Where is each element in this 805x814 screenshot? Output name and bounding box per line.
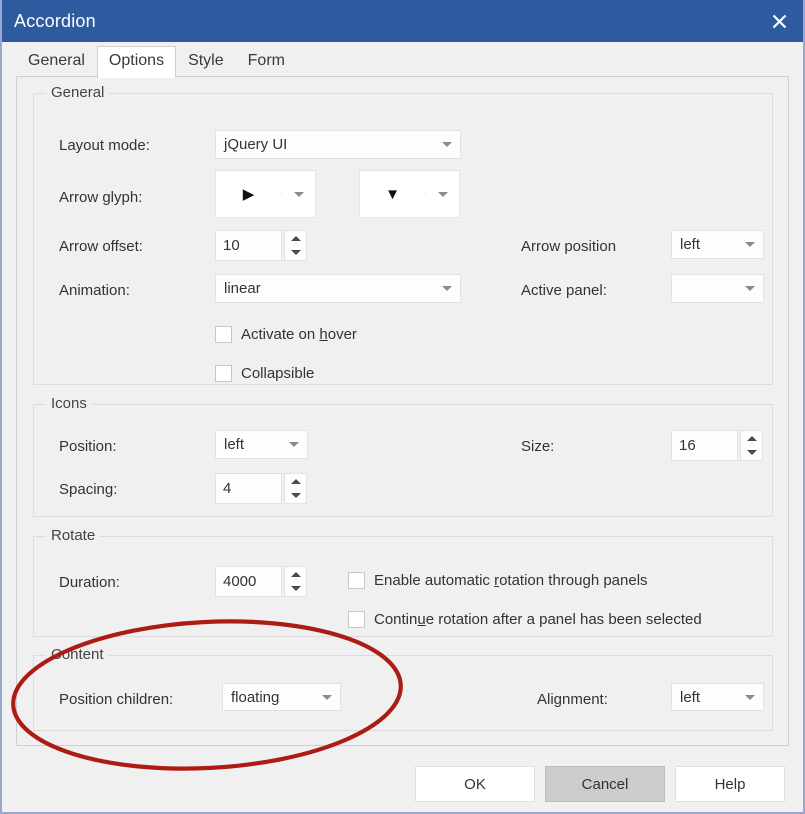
dialog-button-row: OK Cancel Help [2,758,803,810]
arrow-position-label: Arrow position [521,238,617,255]
stepper-down-icon[interactable] [746,450,757,456]
arrow-position-value: left [680,236,701,253]
tab-general[interactable]: General [16,46,97,77]
title-bar: Accordion [2,0,803,42]
stepper-buttons[interactable] [284,230,307,261]
enable-auto-rotation-label: Enable automatic rotation through panels [374,572,648,589]
stepper-up-icon[interactable] [290,478,301,484]
arrow-glyph-expanded-select[interactable]: ▼ [359,170,460,218]
tab-style[interactable]: Style [176,46,236,77]
group-rotate: Rotate Duration: 4000 Enable automatic r… [33,528,773,637]
layout-mode-label: Layout mode: [59,137,150,154]
stepper-buttons[interactable] [740,430,763,461]
icons-position-label: Position: [59,438,117,455]
icons-size-label: Size: [521,438,555,455]
position-children-select[interactable]: floating [222,683,341,711]
icons-position-value: left [224,436,245,453]
chevron-down-icon [737,694,763,700]
close-icon[interactable] [753,0,803,42]
stepper-down-icon[interactable] [290,493,301,499]
alignment-value: left [680,688,701,706]
icons-spacing-value[interactable]: 4 [215,473,282,504]
group-content-title: Content [46,647,109,663]
position-children-value: floating [231,688,280,706]
collapsible-label: Collapsible [241,365,315,382]
group-content: Content Position children: floating Alig… [33,647,773,731]
arrow-position-select[interactable]: left [671,230,764,259]
icons-size-value[interactable]: 16 [671,430,738,461]
activate-on-hover-checkbox[interactable]: Activate on hover [215,326,357,343]
rotate-duration-label: Duration: [59,574,120,591]
stepper-up-icon[interactable] [290,235,301,241]
animation-value: linear [224,280,261,297]
stepper-buttons[interactable] [284,566,307,597]
page-title: Accordion [14,10,96,31]
chevron-down-icon [425,191,459,197]
icons-spacing-label: Spacing: [59,481,118,498]
icons-size-stepper[interactable]: 16 [671,430,763,461]
group-rotate-title: Rotate [46,528,101,544]
stepper-up-icon[interactable] [746,435,757,441]
help-button[interactable]: Help [675,766,785,802]
alignment-select[interactable]: left [671,683,764,711]
group-general: General Layout mode: jQuery UI Arrow gly… [33,85,773,385]
layout-mode-select[interactable]: jQuery UI [215,130,461,159]
checkbox-box[interactable] [215,365,232,382]
arrow-glyph-label: Arrow glyph: [59,189,143,206]
chevron-down-icon [281,191,315,197]
group-general-title: General [46,85,110,101]
stepper-buttons[interactable] [284,473,307,504]
arrow-glyph-collapsed-select[interactable]: ▶ [215,170,316,218]
icons-spacing-stepper[interactable]: 4 [215,473,307,504]
activate-on-hover-label: Activate on hover [241,326,357,343]
tab-options[interactable]: Options [96,46,177,78]
rotate-duration-value[interactable]: 4000 [215,566,282,597]
checkbox-box[interactable] [348,572,365,589]
active-panel-label: Active panel: [521,282,607,299]
alignment-label: Alignment: [537,691,608,708]
stepper-up-icon[interactable] [290,571,301,577]
position-children-label: Position children: [59,691,174,708]
triangle-right-icon: ▶ [242,186,255,203]
tab-form[interactable]: Form [236,46,297,77]
chevron-down-icon [434,286,460,291]
ok-button[interactable]: OK [415,766,535,802]
chevron-down-icon [737,242,763,247]
arrow-offset-value[interactable]: 10 [215,230,282,261]
cancel-button[interactable]: Cancel [545,766,665,802]
stepper-down-icon[interactable] [290,586,301,592]
stepper-down-icon[interactable] [290,250,301,256]
tab-bar: General Options Style Form [2,42,803,78]
chevron-down-icon [281,442,307,447]
group-icons: Icons Position: left Spacing: 4 Size: 16 [33,396,773,517]
icons-position-select[interactable]: left [215,430,308,459]
arrow-offset-stepper[interactable]: 10 [215,230,307,261]
options-tab-panel: General Layout mode: jQuery UI Arrow gly… [16,76,789,746]
enable-auto-rotation-checkbox[interactable]: Enable automatic rotation through panels [348,572,648,589]
animation-select[interactable]: linear [215,274,461,303]
checkbox-box[interactable] [348,611,365,628]
chevron-down-icon [434,142,460,147]
continue-rotation-label: Continue rotation after a panel has been… [374,611,702,628]
layout-mode-value: jQuery UI [224,136,288,153]
rotate-duration-stepper[interactable]: 4000 [215,566,307,597]
arrow-offset-label: Arrow offset: [59,238,143,255]
accordion-dialog-window: Accordion General Options Style Form Gen… [0,0,805,814]
collapsible-checkbox[interactable]: Collapsible [215,365,314,382]
active-panel-select[interactable] [671,274,764,303]
group-icons-title: Icons [46,396,92,412]
chevron-down-icon [314,694,340,700]
triangle-down-icon: ▼ [385,185,400,203]
chevron-down-icon [737,286,763,291]
animation-label: Animation: [59,282,130,299]
continue-rotation-checkbox[interactable]: Continue rotation after a panel has been… [348,611,702,628]
checkbox-box[interactable] [215,326,232,343]
